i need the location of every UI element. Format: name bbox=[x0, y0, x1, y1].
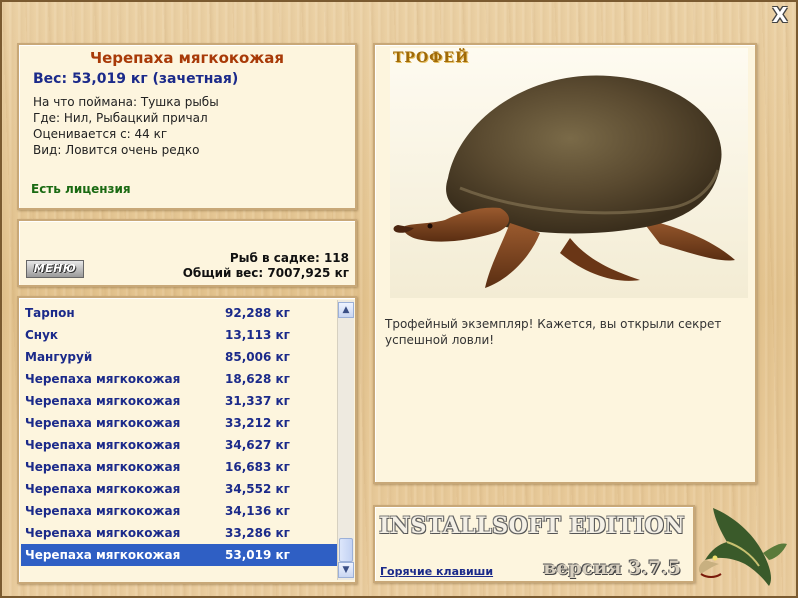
edition-panel: INSTALLSOFT EDITION Горячие клавиши верс… bbox=[373, 505, 695, 583]
list-item-name: Черепаха мягкокожая bbox=[25, 372, 181, 386]
list-item-weight: 16,683 кг bbox=[225, 460, 290, 474]
list-item-name: Снук bbox=[25, 328, 59, 342]
close-icon[interactable]: X bbox=[770, 5, 790, 25]
list-item[interactable]: Тарпон 92,288 кг bbox=[21, 302, 339, 324]
list-item-name: Мангуруй bbox=[25, 350, 93, 364]
list-item[interactable]: Снук 13,113 кг bbox=[21, 324, 339, 346]
list-item-weight: 33,286 кг bbox=[225, 526, 290, 540]
version-label: версия 3.7.5 bbox=[543, 557, 681, 579]
trophy-label: ТРОФЕЙ bbox=[393, 50, 470, 66]
list-item-weight: 92,288 кг bbox=[225, 306, 290, 320]
scroll-up-icon[interactable]: ▲ bbox=[338, 302, 354, 318]
info-location: Где: Нил, Рыбацкий причал bbox=[33, 111, 208, 125]
edition-logo-text: INSTALLSOFT EDITION bbox=[379, 513, 685, 539]
list-item-weight: 34,136 кг bbox=[225, 504, 290, 518]
list-item-name: Черепаха мягкокожая bbox=[25, 460, 181, 474]
hotkeys-link[interactable]: Горячие клавиши bbox=[380, 565, 493, 578]
list-item-name: Черепаха мягкокожая bbox=[25, 416, 181, 430]
trophy-description: Трофейный экземпляр! Кажется, вы открыли… bbox=[385, 317, 722, 347]
list-item-name: Черепаха мягкокожая bbox=[25, 438, 181, 452]
net-stats-panel: МЕНЮ Рыб в садке: 118 Общий вес: 7007,92… bbox=[17, 219, 357, 287]
turtle-drawing bbox=[393, 75, 735, 288]
list-item-name: Черепаха мягкокожая bbox=[25, 548, 181, 562]
list-item-name: Черепаха мягкокожая bbox=[25, 526, 181, 540]
list-item[interactable]: Мангуруй 85,006 кг bbox=[21, 346, 339, 368]
info-bait: На что поймана: Тушка рыбы bbox=[33, 95, 219, 109]
list-item[interactable]: Черепаха мягкокожая 16,683 кг bbox=[21, 456, 339, 478]
fish-info-panel: Черепаха мягкокожая Вес: 53,019 кг (заче… bbox=[17, 43, 357, 210]
info-rating: Оценивается с: 44 кг bbox=[33, 127, 168, 141]
list-item[interactable]: Черепаха мягкокожая 31,337 кг bbox=[21, 390, 339, 412]
list-item-weight: 53,019 кг bbox=[225, 548, 290, 562]
list-item-name: Черепаха мягкокожая bbox=[25, 504, 181, 518]
list-item-name: Черепаха мягкокожая bbox=[25, 482, 181, 496]
list-item-weight: 18,628 кг bbox=[225, 372, 290, 386]
fish-title: Черепаха мягкокожая bbox=[89, 49, 285, 67]
list-item-weight: 34,627 кг bbox=[225, 438, 290, 452]
list-item[interactable]: Черепаха мягкокожая 34,136 кг bbox=[21, 500, 339, 522]
fish-count: Рыб в садке: 118 bbox=[229, 251, 349, 265]
list-item[interactable]: Черепаха мягкокожая 33,286 кг bbox=[21, 522, 339, 544]
scroll-down-icon[interactable]: ▼ bbox=[338, 562, 354, 578]
turtle-image bbox=[390, 48, 748, 298]
total-weight: Общий вес: 7007,925 кг bbox=[182, 266, 349, 280]
list-item[interactable]: Черепаха мягкокожая 34,552 кг bbox=[21, 478, 339, 500]
scrollbar[interactable]: ▲ ▼ bbox=[337, 300, 354, 580]
license-status: Есть лицензия bbox=[31, 182, 131, 196]
list-item[interactable]: Черепаха мягкокожая 53,019 кг bbox=[21, 544, 339, 566]
menu-button[interactable]: МЕНЮ bbox=[26, 260, 84, 278]
list-item-weight: 13,113 кг bbox=[225, 328, 290, 342]
info-rarity: Вид: Ловится очень редко bbox=[33, 143, 200, 157]
pike-fish-icon bbox=[698, 508, 787, 586]
list-item[interactable]: Черепаха мягкокожая 34,627 кг bbox=[21, 434, 339, 456]
scroll-thumb[interactable] bbox=[339, 538, 353, 562]
list-item[interactable]: Черепаха мягкокожая 33,212 кг bbox=[21, 412, 339, 434]
list-item-weight: 85,006 кг bbox=[225, 350, 290, 364]
list-item[interactable]: Черепаха мягкокожая 18,628 кг bbox=[21, 368, 339, 390]
list-item-name: Тарпон bbox=[25, 306, 75, 320]
catch-list[interactable]: Тарпон 92,288 кг Снук 13,113 кг Мангуруй 85,0… bbox=[17, 296, 357, 584]
fish-weight: Вес: 53,019 кг (зачетная) bbox=[33, 71, 239, 87]
list-item-name: Черепаха мягкокожая bbox=[25, 394, 181, 408]
list-item-weight: 31,337 кг bbox=[225, 394, 290, 408]
list-item-weight: 33,212 кг bbox=[225, 416, 290, 430]
list-item-weight: 34,552 кг bbox=[225, 482, 290, 496]
trophy-panel: ТРОФЕЙ Трофейный экземпляр! Кажется, вы … bbox=[373, 43, 757, 484]
catch-list-rows: Тарпон 92,288 кг Снук 13,113 кг Мангуруй 85,0… bbox=[21, 302, 339, 566]
